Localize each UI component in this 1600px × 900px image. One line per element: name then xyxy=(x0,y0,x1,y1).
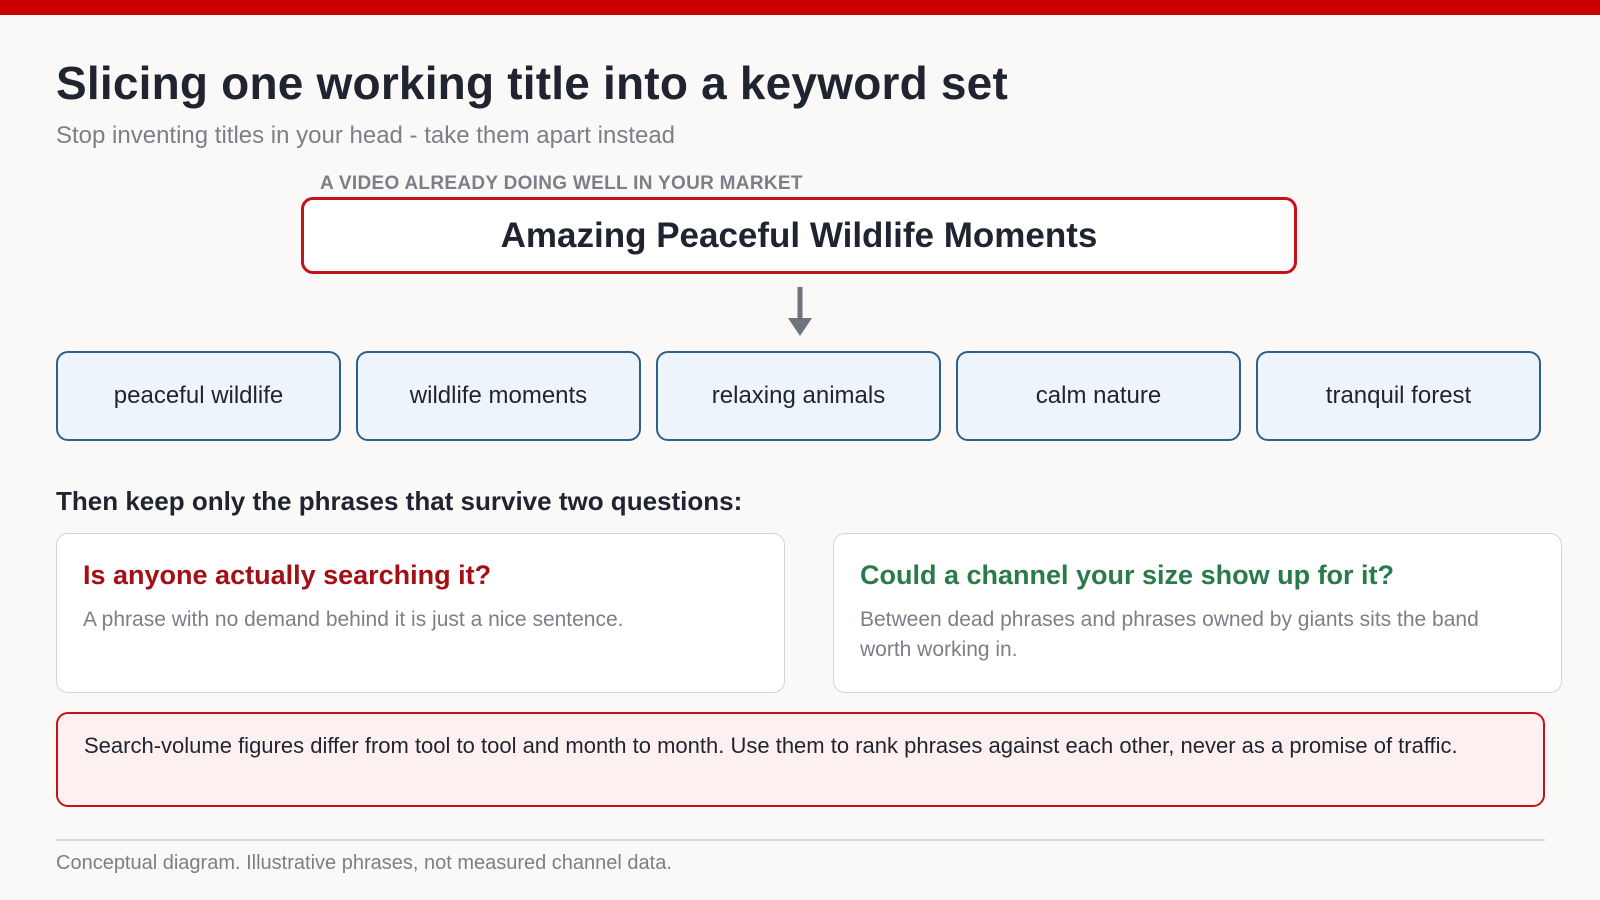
phrase-chip: tranquil forest xyxy=(1256,351,1541,441)
question-card-competition: Could a channel your size show up for it… xyxy=(833,533,1562,693)
page-title: Slicing one working title into a keyword… xyxy=(56,57,1008,109)
phrase-chip: relaxing animals xyxy=(656,351,941,441)
source-title-box: Amazing Peaceful Wildlife Moments xyxy=(301,197,1297,274)
footer-divider xyxy=(56,839,1545,841)
warning-callout: Search-volume figures differ from tool t… xyxy=(56,712,1545,807)
question-title: Could a channel your size show up for it… xyxy=(860,560,1395,590)
phrase-chip: peaceful wildlife xyxy=(56,351,341,441)
page-subtitle: Stop inventing titles in your head - tak… xyxy=(56,122,676,149)
keyword-phrase-list: peaceful wildlife wildlife moments relax… xyxy=(56,351,1542,441)
phrase-chip: wildlife moments xyxy=(356,351,641,441)
question-text: Between dead phrases and phrases owned b… xyxy=(860,608,1479,661)
source-label: A VIDEO ALREADY DOING WELL IN YOUR MARKE… xyxy=(320,173,803,194)
question-card-demand: Is anyone actually searching it? A phras… xyxy=(56,533,785,693)
arrow-down-icon xyxy=(788,287,812,336)
questions-heading: Then keep only the phrases that survive … xyxy=(56,486,743,516)
question-title: Is anyone actually searching it? xyxy=(83,560,492,590)
source-title: Amazing Peaceful Wildlife Moments xyxy=(500,215,1098,255)
question-text: A phrase with no demand behind it is jus… xyxy=(83,608,624,631)
phrase-chip: calm nature xyxy=(956,351,1241,441)
top-accent-bar xyxy=(0,0,1600,15)
footnote: Conceptual diagram. Illustrative phrases… xyxy=(56,852,672,874)
